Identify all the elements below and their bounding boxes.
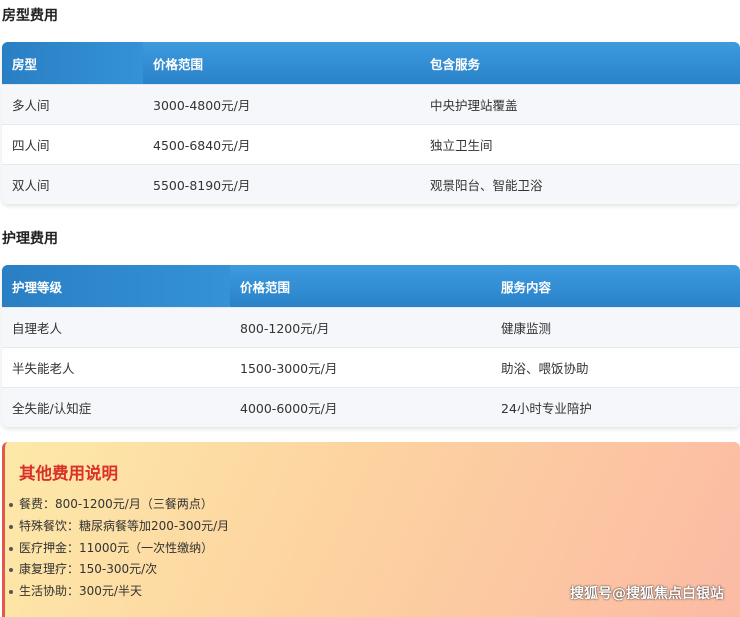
care-fees-table: 护理等级 价格范围 服务内容 自理老人 800-1200元/月 健康监测 半失能…	[2, 265, 740, 427]
table-row: 半失能老人 1500-3000元/月 助浴、喂饭协助	[2, 347, 740, 387]
list-item: 餐费：800-1200元/月（三餐两点）	[8, 494, 229, 516]
header-room-type: 房型	[2, 42, 143, 84]
room-type-cell: 多人间	[12, 98, 50, 113]
price-cell: 1500-3000元/月	[240, 361, 338, 376]
care-level-cell: 自理老人	[12, 321, 63, 336]
header-care-level: 护理等级	[2, 265, 230, 307]
table-row: 全失能/认知症 4000-6000元/月 24小时专业陪护	[2, 387, 740, 427]
care-fees-title: 护理费用	[2, 231, 58, 247]
room-type-cell: 四人间	[12, 138, 50, 153]
room-type-cell: 双人间	[12, 178, 50, 193]
service-cell: 独立卫生间	[430, 138, 493, 153]
watermark: 搜狐号@搜狐焦点白银站	[570, 586, 724, 602]
table-row: 四人间 4500-6840元/月 独立卫生间	[2, 124, 740, 164]
header-service-content: 服务内容	[501, 279, 552, 295]
room-fees-title: 房型费用	[2, 8, 58, 24]
list-item: 医疗押金：11000元（一次性缴纳）	[8, 538, 229, 560]
price-cell: 4500-6840元/月	[153, 138, 251, 153]
header-included-services: 包含服务	[430, 56, 481, 72]
other-fees-title: 其他费用说明	[19, 464, 118, 483]
price-cell: 5500-8190元/月	[153, 178, 251, 193]
service-cell: 助浴、喂饭协助	[501, 361, 589, 376]
service-cell: 观景阳台、智能卫浴	[430, 178, 543, 193]
price-cell: 3000-4800元/月	[153, 98, 251, 113]
table-row: 多人间 3000-4800元/月 中央护理站覆盖	[2, 84, 740, 124]
list-item: 康复理疗：150-300元/次	[8, 559, 229, 581]
room-fees-header-row: 房型 价格范围 包含服务	[2, 42, 740, 84]
service-cell: 中央护理站覆盖	[430, 98, 518, 113]
service-cell: 健康监测	[501, 321, 552, 336]
service-cell: 24小时专业陪护	[501, 401, 592, 416]
room-fees-table: 房型 价格范围 包含服务 多人间 3000-4800元/月 中央护理站覆盖 四人…	[2, 42, 740, 204]
price-cell: 4000-6000元/月	[240, 401, 338, 416]
care-level-cell: 全失能/认知症	[12, 401, 92, 416]
header-price-range: 价格范围	[240, 279, 291, 295]
header-price-range: 价格范围	[153, 56, 204, 72]
care-level-cell: 半失能老人	[12, 361, 75, 376]
table-row: 自理老人 800-1200元/月 健康监测	[2, 307, 740, 347]
price-cell: 800-1200元/月	[240, 321, 330, 336]
list-item: 特殊餐饮：糖尿病餐等加200-300元/月	[8, 516, 229, 538]
other-fees-list: 餐费：800-1200元/月（三餐两点） 特殊餐饮：糖尿病餐等加200-300元…	[5, 494, 229, 603]
care-fees-header-row: 护理等级 价格范围 服务内容	[2, 265, 740, 307]
list-item: 生活协助：300元/半天	[8, 581, 229, 603]
table-row: 双人间 5500-8190元/月 观景阳台、智能卫浴	[2, 164, 740, 204]
